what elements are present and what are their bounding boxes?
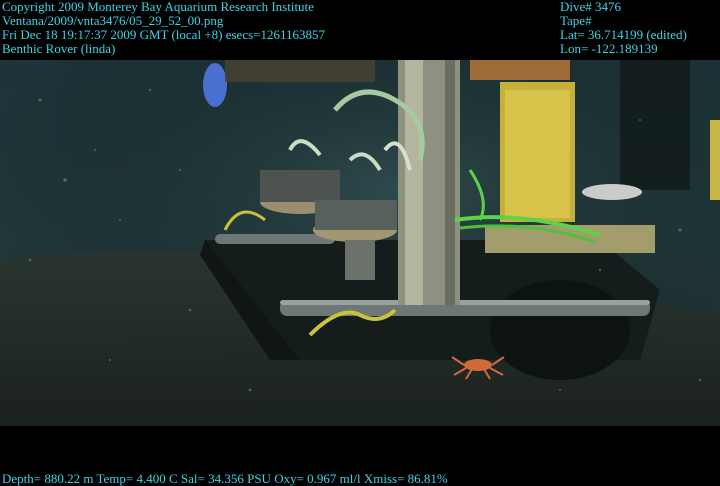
- overlay-dive: Dive# 3476: [560, 0, 622, 14]
- overlay-sensor-readout: Depth= 880.22 m Temp= 4.400 C Sal= 34.35…: [2, 471, 448, 486]
- overlay-latitude: Lat= 36.714199 (edited): [560, 27, 687, 42]
- video-frame: Copyright 2009 Monterey Bay Aquarium Res…: [0, 0, 720, 486]
- overlay-copyright: Copyright 2009 Monterey Bay Aquarium Res…: [2, 0, 314, 14]
- overlay-tape: Tape#: [560, 13, 592, 28]
- overlay-file-path: Ventana/2009/vnta3476/05_29_52_00.png: [2, 13, 224, 28]
- overlay-top-right: Dive# 3476 Tape# Lat= 36.714199 (edited)…: [560, 0, 687, 56]
- blue-device: [203, 63, 227, 107]
- rover-tread: [490, 280, 630, 380]
- overlay-timestamp: Fri Dec 18 19:17:37 2009 GMT (local +8) …: [2, 27, 326, 42]
- rover-bar-upper: [215, 234, 335, 244]
- overlay-top-left: Copyright 2009 Monterey Bay Aquarium Res…: [2, 0, 325, 56]
- underwater-scene: [0, 60, 720, 426]
- overlay-longitude: Lon= -122.189139: [560, 41, 658, 56]
- overlay-subject: Benthic Rover (linda): [2, 41, 116, 56]
